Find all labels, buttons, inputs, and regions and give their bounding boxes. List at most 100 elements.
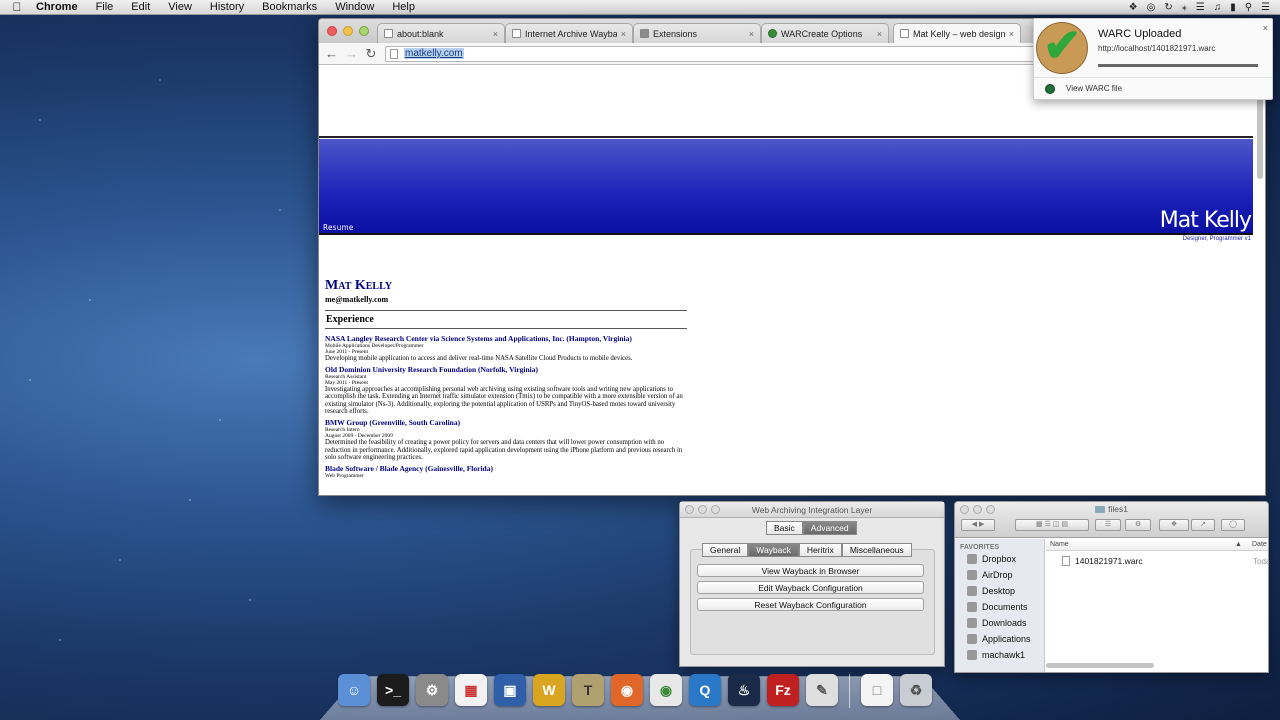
tags-button[interactable]: ◯ — [1221, 519, 1245, 531]
apple-icon[interactable]:  — [0, 0, 34, 14]
sidebar-item-dropbox[interactable]: Dropbox — [955, 551, 1044, 567]
wifi-icon[interactable]: ☰ — [1196, 2, 1205, 13]
tab-wayback[interactable]: Wayback — [748, 543, 799, 557]
forward-arrow-icon[interactable]: → — [345, 46, 358, 61]
back-arrow-icon[interactable]: ← — [325, 46, 338, 61]
sidebar-item-desktop[interactable]: Desktop — [955, 583, 1044, 599]
sidebar-item-airdrop[interactable]: AirDrop — [955, 567, 1044, 583]
reset-wayback-config-button[interactable]: Reset Wayback Configuration — [697, 598, 924, 611]
applications-icon — [967, 634, 977, 644]
site-brand[interactable]: Mat Kelly — [1160, 208, 1252, 233]
minimize-window-button[interactable] — [698, 505, 707, 514]
tab-close-icon[interactable]: × — [877, 29, 882, 39]
sidebar-item-downloads[interactable]: Downloads — [955, 615, 1044, 631]
dropbox-button[interactable]: ❖ — [1159, 519, 1189, 531]
zoom-window-button[interactable] — [359, 26, 369, 36]
file-row[interactable]: 1401821971.warc — [1062, 556, 1143, 566]
menu-window[interactable]: Window — [326, 1, 383, 13]
sidebar-item-documents[interactable]: Documents — [955, 599, 1044, 615]
share-button[interactable]: ↗ — [1191, 519, 1215, 531]
minimize-window-button[interactable] — [343, 26, 353, 36]
arrange-button[interactable]: ☰ — [1095, 519, 1121, 531]
quicktime-icon[interactable]: Q — [689, 674, 721, 706]
gear-icon[interactable]: ⚙ — [1125, 519, 1151, 531]
search-icon[interactable]: ⚲ — [1245, 2, 1252, 13]
column-name[interactable]: Name — [1050, 541, 1069, 548]
latex-icon[interactable]: T — [572, 674, 604, 706]
sidebar-item-applications[interactable]: Applications — [955, 631, 1044, 647]
vpn-icon[interactable]: ◎ — [1147, 2, 1156, 13]
tab-general[interactable]: General — [702, 543, 749, 557]
chrome-icon[interactable]: ◉ — [650, 674, 682, 706]
warcreate-icon[interactable]: W — [533, 674, 565, 706]
wireshark-icon[interactable]: ♨ — [728, 674, 760, 706]
trash-icon[interactable]: ♻ — [900, 674, 932, 706]
dock-separator — [849, 674, 850, 708]
job-org[interactable]: Blade Software / Blade Agency (Gainesvil… — [325, 464, 687, 473]
list-icon[interactable]: ☰ — [1261, 2, 1270, 13]
column-date[interactable]: Date — [1252, 541, 1267, 548]
edit-wayback-config-button[interactable]: Edit Wayback Configuration — [697, 581, 924, 594]
firefox-icon[interactable]: ◉ — [611, 674, 643, 706]
tab-close-icon[interactable]: × — [621, 29, 626, 39]
zoom-window-button[interactable] — [711, 505, 720, 514]
sidebar-item-home[interactable]: machawk1 — [955, 647, 1044, 663]
finder-title: files1 — [955, 504, 1268, 514]
volume-icon[interactable]: ♫ — [1214, 2, 1222, 13]
tab-wayback[interactable]: Internet Archive Wayback M × — [505, 23, 633, 43]
finder-sidebar: FAVORITES Dropbox AirDrop Desktop Docume… — [955, 539, 1045, 672]
page-scrollbar[interactable] — [1256, 65, 1263, 495]
finder-icon[interactable]: ☺ — [338, 674, 370, 706]
launchpad-icon[interactable]: ▦ — [455, 674, 487, 706]
basic-mode-button[interactable]: Basic — [766, 521, 803, 535]
tab-miscellaneous[interactable]: Miscellaneous — [841, 543, 912, 557]
view-wayback-button[interactable]: View Wayback in Browser — [697, 564, 924, 577]
horizontal-scrollbar[interactable] — [1046, 663, 1154, 668]
tab-about-blank[interactable]: about:blank × — [377, 23, 505, 43]
job-org[interactable]: NASA Langley Research Center via Science… — [325, 335, 687, 343]
nav-resume-link[interactable]: Resume — [323, 223, 354, 232]
close-window-button[interactable] — [685, 505, 694, 514]
settings-tabs: General Wayback Heritrix Miscellaneous — [702, 543, 912, 557]
menu-help[interactable]: Help — [383, 1, 424, 13]
page-viewport: Resume Mat Kelly Designer, Programmer v1… — [319, 65, 1265, 495]
advanced-mode-button[interactable]: Advanced — [802, 521, 857, 535]
menu-edit[interactable]: Edit — [122, 1, 159, 13]
sidebar-label: Documents — [982, 602, 1028, 612]
document-icon[interactable]: □ — [861, 674, 893, 706]
battery-icon[interactable]: ▮ — [1230, 2, 1236, 13]
resume-email[interactable]: me@matkelly.com — [325, 295, 687, 304]
menu-file[interactable]: File — [87, 1, 123, 13]
view-warc-button[interactable]: View WARC file — [1066, 84, 1122, 93]
back-forward-buttons[interactable]: ◀ ▶ — [961, 519, 995, 531]
home-icon — [967, 650, 977, 660]
sync-icon[interactable]: ↻ — [1164, 2, 1172, 13]
job-org[interactable]: BMW Group (Greenville, South Carolina) — [325, 418, 687, 427]
system-preferences-icon[interactable]: ⚙ — [416, 674, 448, 706]
close-window-button[interactable] — [327, 26, 337, 36]
menu-app-name[interactable]: Chrome — [34, 1, 87, 13]
file-name[interactable]: 1401821971.warc — [1075, 556, 1143, 566]
progress-fill — [1098, 64, 1258, 67]
preview-icon[interactable]: ✎ — [806, 674, 838, 706]
bluetooth-icon[interactable]: ⁎ — [1182, 2, 1187, 13]
tab-mat-kelly[interactable]: Mat Kelly – web designer, × — [893, 23, 1021, 43]
tab-close-icon[interactable]: × — [493, 29, 498, 39]
view-mode-buttons[interactable]: ▦ ☰ ◫ ▤ — [1015, 519, 1089, 531]
tab-heritrix[interactable]: Heritrix — [798, 543, 842, 557]
tab-extensions[interactable]: Extensions × — [633, 23, 761, 43]
tab-warcreate-options[interactable]: WARCreate Options × — [761, 23, 889, 43]
menu-bookmarks[interactable]: Bookmarks — [253, 1, 326, 13]
close-icon[interactable]: × — [1263, 23, 1268, 33]
filezilla-icon[interactable]: Fz — [767, 674, 799, 706]
url-text[interactable]: matkelly.com — [404, 48, 464, 59]
tab-close-icon[interactable]: × — [749, 29, 754, 39]
menu-history[interactable]: History — [201, 1, 253, 13]
virtualbox-icon[interactable]: ▣ — [494, 674, 526, 706]
job-org[interactable]: Old Dominion University Research Foundat… — [325, 365, 687, 374]
tab-close-icon[interactable]: × — [1009, 29, 1014, 39]
terminal-icon[interactable]: >_ — [377, 674, 409, 706]
dropbox-icon[interactable]: ❖ — [1129, 2, 1138, 13]
menu-view[interactable]: View — [159, 1, 201, 13]
reload-icon[interactable]: ↻ — [365, 46, 377, 62]
